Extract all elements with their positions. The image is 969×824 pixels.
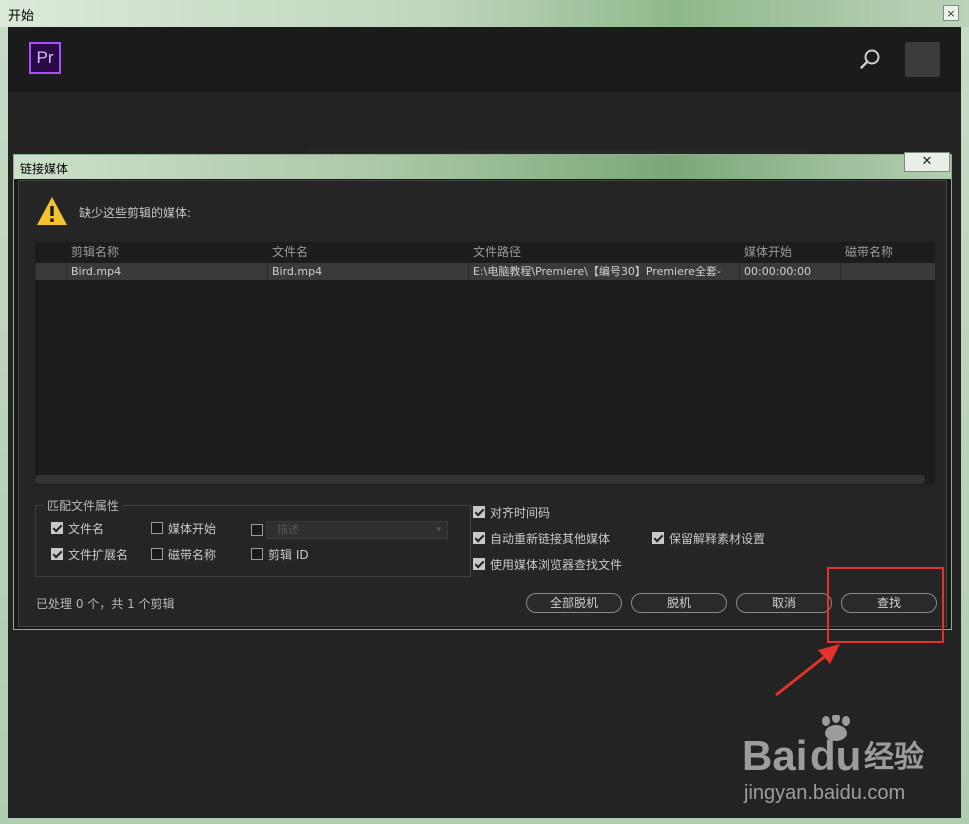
checkbox-label: 文件名: [68, 522, 105, 536]
svg-text:du: du: [810, 732, 861, 779]
window-title: 开始: [8, 9, 35, 24]
column-header[interactable]: 磁带名称: [845, 242, 893, 262]
tape-name-cell: [840, 263, 935, 280]
status-text: 已处理 0 个，共 1 个剪辑: [36, 597, 175, 611]
checkbox-label: 保留解释素材设置: [669, 532, 766, 546]
window-title-bar[interactable]: 开始 ×: [0, 0, 969, 27]
checkbox-label: 媒体开始: [168, 522, 217, 536]
file-path-cell: E:\电脑教程\Premiere\【编号30】Premiere全套-: [468, 263, 739, 280]
table-row[interactable]: Bird.mp4 Bird.mp4 E:\电脑教程\Premiere\【编号30…: [35, 263, 935, 280]
checkbox-preserve-interpret[interactable]: [652, 532, 664, 544]
checkbox-auto-relink[interactable]: [473, 532, 485, 544]
file-name-cell: Bird.mp4: [267, 263, 468, 280]
cancel-button[interactable]: 取消: [736, 593, 832, 613]
link-media-dialog: 链接媒体 ✕ 缺少这些剪辑的媒体: 剪辑名称 文件名 文件路径 媒体开始 磁带名…: [13, 152, 952, 630]
media-start-cell: 00:00:00:00: [739, 263, 840, 280]
checkbox-label: 文件扩展名: [68, 548, 129, 562]
svg-text:Bai: Bai: [742, 732, 807, 779]
match-file-properties-group: 匹配文件属性 文件名 媒体开始 描述 ▾ 文件扩展名 磁带名称 剪辑 ID: [35, 497, 471, 577]
description-select: 描述 ▾: [266, 521, 448, 539]
checkbox-label: 使用媒体浏览器查找文件: [490, 558, 623, 572]
svg-text:jingyan.baidu.com: jingyan.baidu.com: [743, 782, 905, 804]
column-header[interactable]: 文件名: [272, 242, 308, 262]
column-header[interactable]: 文件路径: [473, 242, 521, 262]
dialog-close-button[interactable]: ✕: [904, 152, 950, 172]
app-window: 开始 × Pr 链接媒体 ✕ 缺少这些剪辑的媒体: 剪辑名称 文件名 文件路径 …: [0, 0, 969, 824]
checkbox-tape-name[interactable]: [151, 548, 163, 560]
checkbox-label: 磁带名称: [168, 548, 217, 562]
checkbox-file-extension[interactable]: [51, 548, 63, 560]
group-label: 匹配文件属性: [44, 497, 123, 514]
find-button-highlight: [827, 567, 944, 643]
checkbox-label: 剪辑 ID: [268, 548, 309, 562]
offline-button[interactable]: 脱机: [631, 593, 727, 613]
row-selector: [35, 263, 66, 280]
window-close-button[interactable]: ×: [943, 5, 959, 21]
search-icon[interactable]: [859, 48, 881, 70]
checkbox-align-timecode[interactable]: [473, 506, 485, 518]
column-header[interactable]: 媒体开始: [744, 242, 792, 262]
description-placeholder: 描述: [277, 523, 299, 536]
checkbox-clip-id[interactable]: [251, 548, 263, 560]
premiere-logo: Pr: [29, 42, 61, 74]
horizontal-scrollbar[interactable]: [35, 475, 925, 484]
column-header[interactable]: 剪辑名称: [71, 242, 119, 262]
dialog-title: 链接媒体: [20, 162, 69, 176]
baidu-jingyan-watermark: Bai du 经验 jingyan.baidu.com: [742, 715, 924, 804]
app-header: Pr: [8, 27, 961, 92]
dialog-title-bar[interactable]: 链接媒体 ✕: [14, 152, 951, 179]
svg-text:经验: 经验: [864, 740, 924, 775]
checkbox-label: 自动重新链接其他媒体: [490, 532, 611, 546]
avatar[interactable]: [905, 42, 940, 77]
offline-all-button[interactable]: 全部脱机: [526, 593, 622, 613]
dialog-body: 缺少这些剪辑的媒体: 剪辑名称 文件名 文件路径 媒体开始 磁带名称 Bird.…: [18, 180, 947, 627]
checkbox-use-media-browser[interactable]: [473, 558, 485, 570]
checkbox-file-name[interactable]: [51, 522, 63, 534]
warning-icon: [37, 197, 67, 225]
chevron-down-icon: ▾: [436, 525, 441, 535]
missing-clips-table: 剪辑名称 文件名 文件路径 媒体开始 磁带名称 Bird.mp4 Bird.mp…: [35, 242, 935, 485]
checkbox-description[interactable]: [251, 524, 263, 536]
checkbox-label: 对齐时间码: [490, 506, 551, 520]
missing-media-message: 缺少这些剪辑的媒体:: [79, 206, 192, 220]
checkbox-media-start[interactable]: [151, 522, 163, 534]
annotation-arrow-icon: [775, 644, 840, 697]
clip-name-cell: Bird.mp4: [66, 263, 267, 280]
